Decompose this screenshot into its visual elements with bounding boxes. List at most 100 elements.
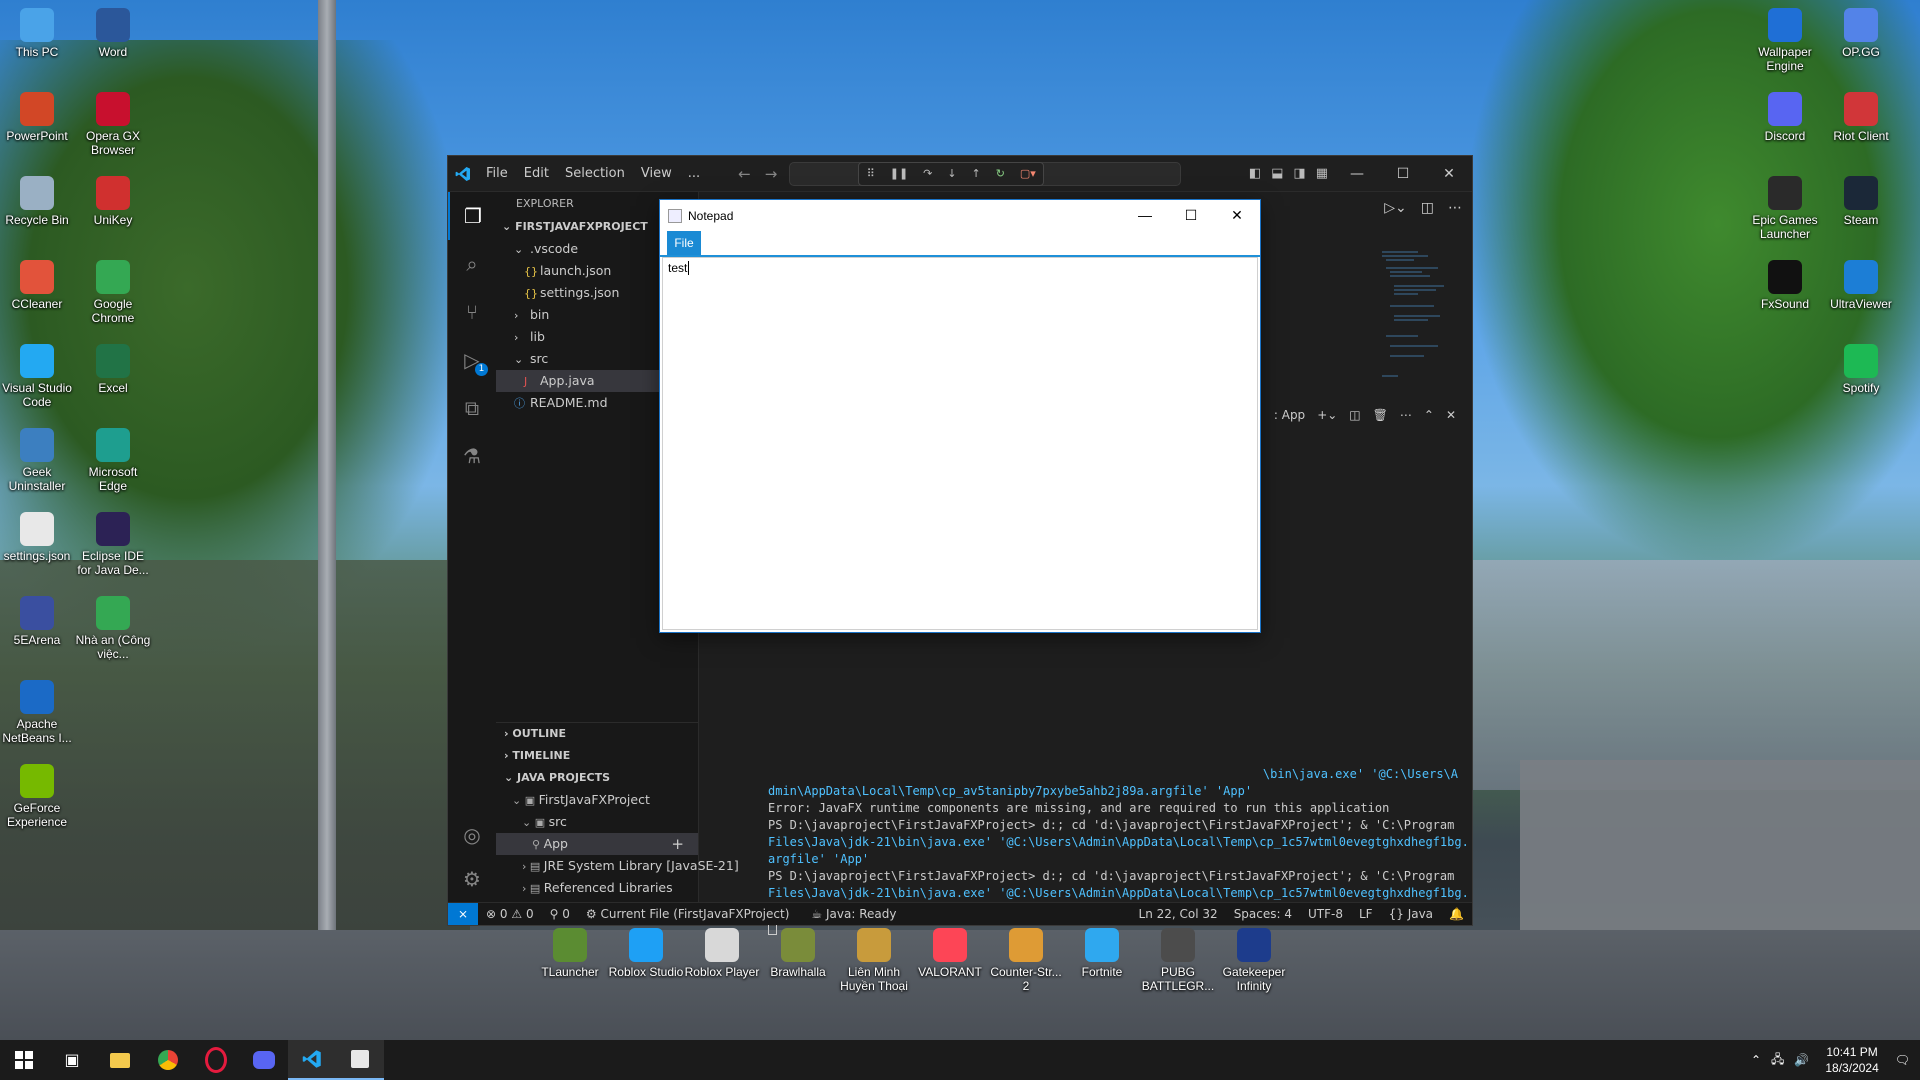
- accounts-icon[interactable]: ◎: [448, 811, 496, 859]
- manage-gear-icon[interactable]: ⚙: [448, 855, 496, 903]
- java-taskbar-icon[interactable]: [336, 1040, 384, 1080]
- problems-indicator[interactable]: ⊗ 0 ⚠ 0: [478, 907, 542, 921]
- desktop-shortcut[interactable]: Opera GX Browser: [75, 92, 151, 157]
- kill-terminal-icon[interactable]: 🗑: [1373, 408, 1388, 422]
- show-hidden-icons-icon[interactable]: ⌃: [1751, 1053, 1761, 1067]
- notepad-window[interactable]: Notepad — ☐ ✕ File test: [660, 200, 1260, 632]
- more-actions-icon[interactable]: ⋯: [1448, 200, 1462, 216]
- desktop-shortcut[interactable]: UltraViewer: [1823, 260, 1899, 311]
- desktop-shortcut[interactable]: Apache NetBeans I...: [0, 680, 75, 745]
- notepad-file-menu[interactable]: File: [667, 231, 701, 255]
- maximize-panel-icon[interactable]: ⌃: [1424, 408, 1434, 422]
- java-project-item[interactable]: ⌄ ▣ FirstJavaFXProject: [496, 789, 698, 811]
- stop-icon[interactable]: ▢▾: [1020, 167, 1036, 180]
- desktop-shortcut[interactable]: PowerPoint: [0, 92, 75, 143]
- java-status[interactable]: ☕ Java: Ready: [803, 907, 904, 921]
- indentation[interactable]: Spaces: 4: [1226, 907, 1300, 921]
- sidebar-section-header[interactable]: › OUTLINE: [496, 723, 698, 745]
- remote-indicator-icon[interactable]: ⨯: [448, 903, 478, 925]
- desktop-shortcut[interactable]: Roblox Studio: [608, 928, 684, 979]
- menu-item[interactable]: Edit: [516, 166, 557, 181]
- language-mode[interactable]: {} Java: [1381, 907, 1441, 921]
- sidebar-section-header[interactable]: ⌄ JAVA PROJECTS: [496, 767, 698, 789]
- drag-handle-icon[interactable]: ⠿: [867, 167, 875, 180]
- run-java-icon[interactable]: ▷⌄: [1384, 200, 1407, 216]
- discord-taskbar-icon[interactable]: [240, 1040, 288, 1080]
- testing-icon[interactable]: ⚗: [448, 432, 496, 480]
- network-icon[interactable]: 🖧: [1771, 1050, 1784, 1071]
- encoding[interactable]: UTF-8: [1300, 907, 1351, 921]
- task-view-icon[interactable]: ▣: [48, 1040, 96, 1080]
- run-debug-icon[interactable]: ▷ 1: [448, 336, 496, 384]
- desktop-shortcut[interactable]: Microsoft Edge: [75, 428, 151, 493]
- desktop-shortcut[interactable]: Excel: [75, 344, 151, 395]
- desktop-shortcut[interactable]: OP.GG: [1823, 8, 1899, 59]
- toggle-sidebar-icon[interactable]: ◧: [1249, 166, 1261, 181]
- java-project-item[interactable]: › ▤ JRE System Library [JavaSE-21]: [496, 855, 739, 877]
- desktop-shortcut[interactable]: Geek Uninstaller: [0, 428, 75, 493]
- desktop-shortcut[interactable]: CCleaner: [0, 260, 75, 311]
- java-project-item[interactable]: › ▤ Referenced Libraries: [496, 877, 698, 899]
- add-icon[interactable]: +: [671, 833, 684, 855]
- pause-icon[interactable]: ❚❚: [890, 167, 908, 180]
- minimize-button[interactable]: —: [1334, 166, 1380, 182]
- menu-item[interactable]: ...: [680, 166, 708, 181]
- volume-icon[interactable]: 🔊: [1794, 1053, 1809, 1067]
- opera-gx-taskbar-icon[interactable]: [192, 1040, 240, 1080]
- new-terminal-icon[interactable]: +⌄: [1317, 408, 1337, 422]
- menu-item[interactable]: View: [633, 166, 680, 181]
- toggle-panel-icon[interactable]: ⬓: [1271, 166, 1283, 181]
- sidebar-section-header[interactable]: › TIMELINE: [496, 745, 698, 767]
- close-panel-icon[interactable]: ✕: [1446, 408, 1456, 422]
- clock[interactable]: 10:41 PM 18/3/2024: [1825, 1044, 1878, 1076]
- desktop-shortcut[interactable]: Nhà an (Công việc...: [75, 596, 151, 661]
- desktop-shortcut[interactable]: TLauncher: [532, 928, 608, 979]
- ports-indicator[interactable]: ⚲ 0: [542, 907, 578, 921]
- desktop-shortcut[interactable]: UniKey: [75, 176, 151, 227]
- desktop-shortcut[interactable]: 5EArena: [0, 596, 75, 647]
- notepad-minimize-button[interactable]: —: [1122, 207, 1168, 224]
- notepad-maximize-button[interactable]: ☐: [1168, 207, 1214, 224]
- desktop-shortcut[interactable]: Roblox Player: [684, 928, 760, 979]
- menu-item[interactable]: File: [478, 166, 516, 181]
- desktop-shortcut[interactable]: Riot Client: [1823, 92, 1899, 143]
- end-of-line[interactable]: LF: [1351, 907, 1381, 921]
- desktop-shortcut[interactable]: Eclipse IDE for Java De...: [75, 512, 151, 577]
- step-into-icon[interactable]: ↓: [947, 167, 956, 180]
- notepad-close-button[interactable]: ✕: [1214, 207, 1260, 224]
- explorer-icon[interactable]: ❐: [448, 192, 496, 240]
- split-terminal-icon[interactable]: ◫: [1349, 408, 1360, 422]
- toggle-secondary-sidebar-icon[interactable]: ◨: [1293, 166, 1305, 181]
- desktop-shortcut[interactable]: Wallpaper Engine: [1747, 8, 1823, 73]
- customize-layout-icon[interactable]: ▦: [1316, 166, 1328, 181]
- restart-icon[interactable]: ↻: [996, 167, 1005, 180]
- java-project-item[interactable]: ⚲ App +: [496, 833, 698, 855]
- notepad-text-area[interactable]: test: [662, 257, 1258, 630]
- menu-item[interactable]: Selection: [557, 166, 633, 181]
- step-out-icon[interactable]: ↑: [972, 167, 981, 180]
- desktop-shortcut[interactable]: Recycle Bin: [0, 176, 75, 227]
- desktop-shortcut[interactable]: Word: [75, 8, 151, 59]
- desktop-shortcut[interactable]: Visual Studio Code: [0, 344, 75, 409]
- file-explorer-icon[interactable]: [96, 1040, 144, 1080]
- desktop-shortcut[interactable]: Steam: [1823, 176, 1899, 227]
- extensions-icon[interactable]: ⧉: [448, 384, 496, 432]
- nav-forward-icon[interactable]: →: [765, 165, 778, 183]
- notifications-icon[interactable]: 🗨: [1895, 1053, 1910, 1067]
- desktop-shortcut[interactable]: Epic Games Launcher: [1747, 176, 1823, 241]
- command-center[interactable]: ⠿ ❚❚ ↷ ↓ ↑ ↻ ▢▾: [789, 161, 1182, 186]
- minimap[interactable]: [1378, 246, 1450, 396]
- java-project-item[interactable]: ⌄ ▣ src: [496, 811, 698, 833]
- search-icon[interactable]: ⌕: [448, 240, 496, 288]
- close-button[interactable]: ✕: [1426, 166, 1472, 182]
- step-over-icon[interactable]: ↷: [923, 167, 932, 180]
- maximize-button[interactable]: ☐: [1380, 166, 1426, 182]
- vscode-taskbar-icon[interactable]: [288, 1040, 336, 1080]
- more-terminal-icon[interactable]: ⋯: [1400, 408, 1412, 422]
- desktop-shortcut[interactable]: Discord: [1747, 92, 1823, 143]
- start-windows-icon[interactable]: [0, 1040, 48, 1080]
- chrome-taskbar-icon[interactable]: [144, 1040, 192, 1080]
- desktop-shortcut[interactable]: Google Chrome: [75, 260, 151, 325]
- terminal-tab[interactable]: : App: [1274, 408, 1305, 422]
- debug-config-indicator[interactable]: ⚙ Current File (FirstJavaFXProject): [578, 907, 798, 921]
